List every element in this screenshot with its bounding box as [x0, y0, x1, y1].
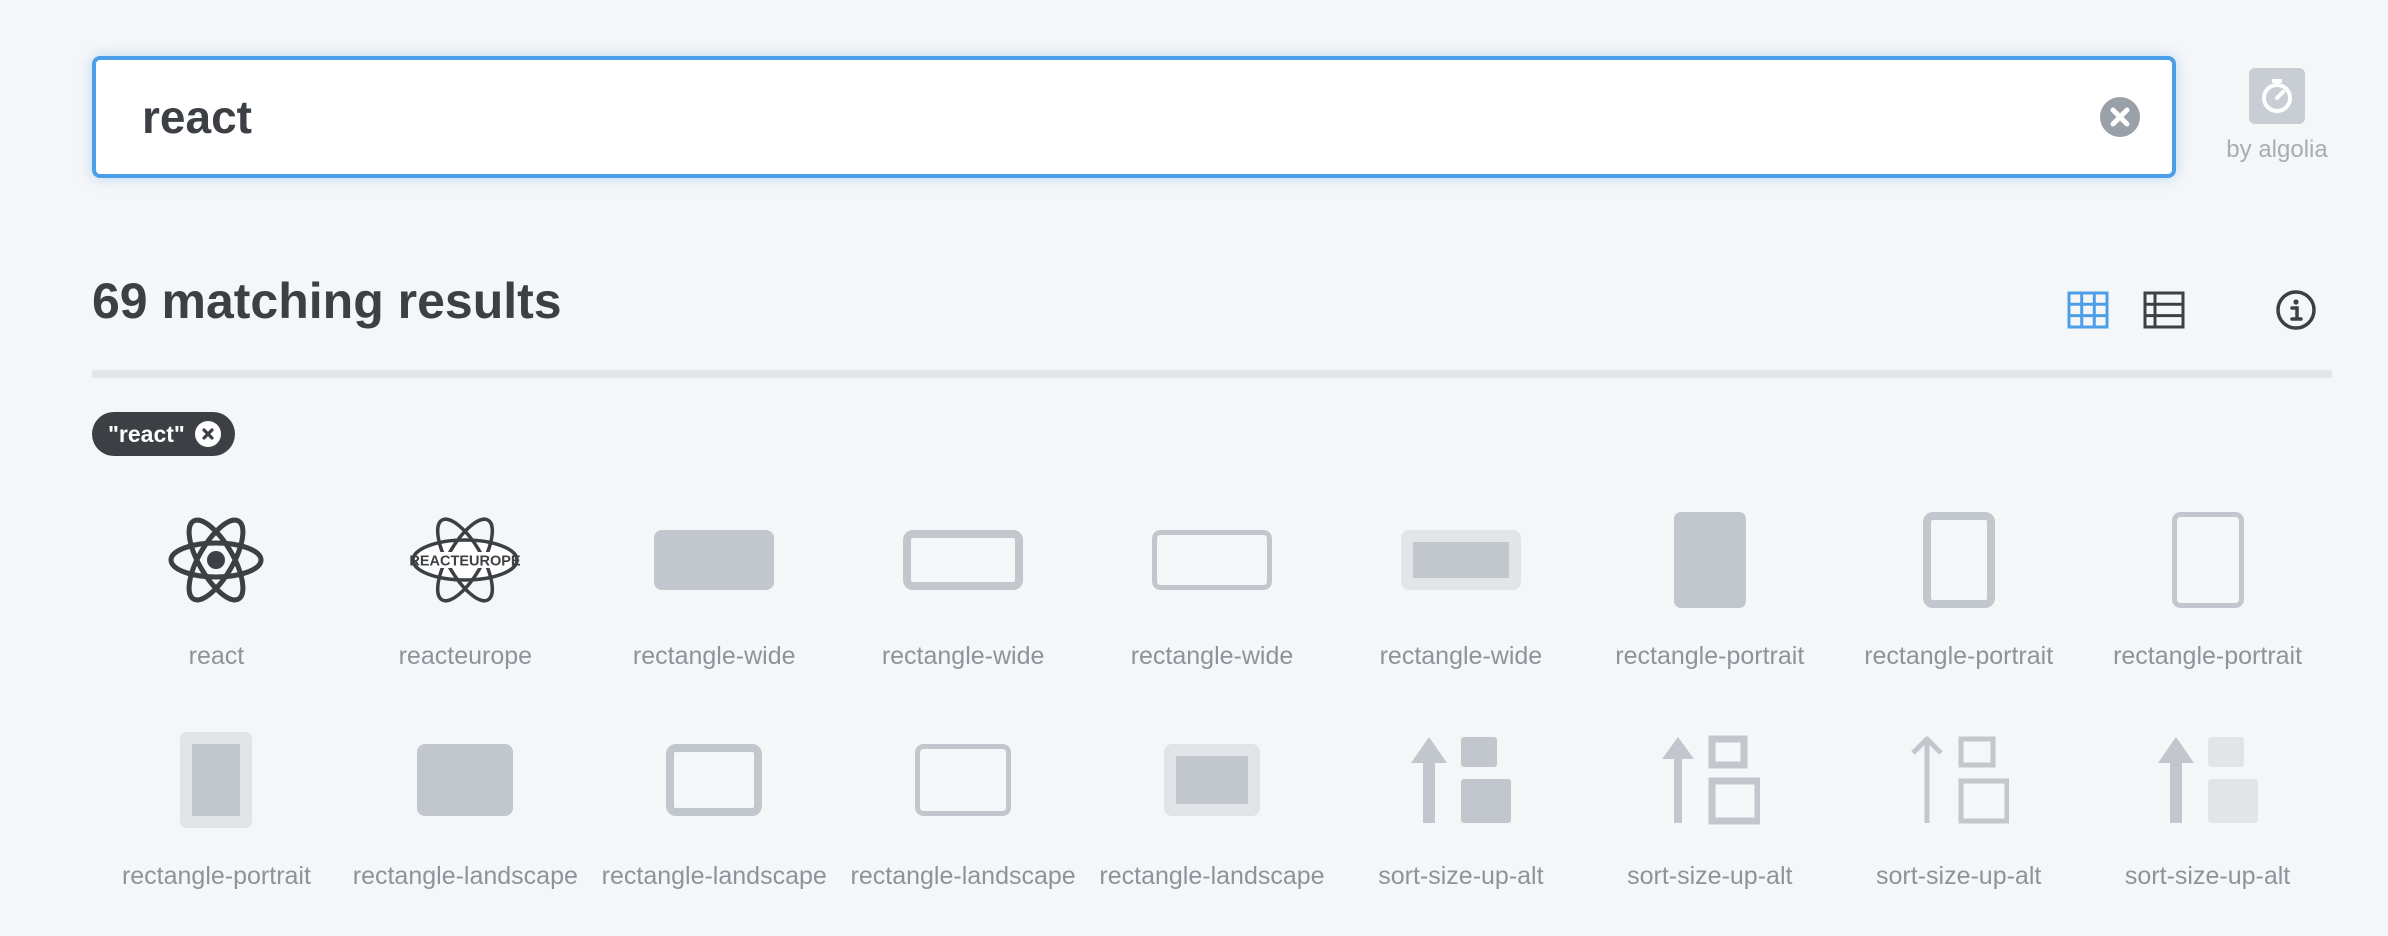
icon-result-item[interactable]: rectangle-landscape	[839, 710, 1088, 930]
sort-size-up-alt-icon	[1889, 710, 2029, 850]
clear-search-button[interactable]	[2100, 97, 2140, 137]
icon-result-item[interactable]: rectangle-portrait	[2083, 490, 2332, 710]
close-icon	[202, 428, 214, 440]
grid-view-button[interactable]	[2066, 288, 2110, 332]
filter-chip-label: "react"	[108, 420, 185, 447]
icon-result-item[interactable]: rectangle-landscape	[1088, 710, 1337, 930]
icon-result-item[interactable]: rectangle-wide	[1088, 490, 1337, 710]
icon-result-label: sort-size-up-alt	[1378, 862, 1544, 890]
rectangle-landscape-icon	[395, 710, 535, 850]
rectangle-portrait-icon	[1640, 490, 1780, 630]
sort-size-up-alt-icon	[1640, 710, 1780, 850]
icon-result-item[interactable]: rectangle-portrait	[1585, 490, 1834, 710]
icon-result-item[interactable]: sort-size-up-alt	[1585, 710, 1834, 930]
rectangle-wide-icon	[1142, 490, 1282, 630]
icon-result-label: rectangle-landscape	[1099, 862, 1325, 890]
icon-result-label: rectangle-wide	[1130, 642, 1294, 670]
icon-result-label: rectangle-wide	[881, 642, 1045, 670]
reacteurope-icon: REACTEUROPE	[395, 490, 535, 630]
remove-filter-button[interactable]	[194, 421, 221, 447]
rectangle-landscape-icon	[644, 710, 784, 850]
icon-result-item[interactable]: rectangle-landscape	[590, 710, 839, 930]
grid-view-icon	[2067, 291, 2109, 329]
list-view-button[interactable]	[2142, 288, 2186, 332]
info-button[interactable]	[2274, 288, 2318, 332]
filter-chip-react[interactable]: "react"	[92, 412, 235, 456]
icon-result-label: react	[188, 642, 245, 670]
search-input[interactable]	[142, 60, 2042, 174]
results-divider	[92, 370, 2332, 378]
icon-result-item[interactable]: rectangle-portrait	[92, 710, 341, 930]
icon-result-item[interactable]: rectangle-portrait	[1834, 490, 2083, 710]
icon-result-label: rectangle-landscape	[601, 862, 827, 890]
icon-result-label: rectangle-landscape	[850, 862, 1076, 890]
algolia-label: by algolia	[2226, 136, 2328, 163]
rectangle-portrait-icon	[146, 710, 286, 850]
icon-result-label: rectangle-wide	[1379, 642, 1543, 670]
icon-result-label: rectangle-portrait	[2113, 642, 2303, 670]
icon-result-label: rectangle-portrait	[1864, 642, 2054, 670]
react-icon	[146, 490, 286, 630]
icon-result-item[interactable]: sort-size-up-alt	[2083, 710, 2332, 930]
icon-result-item[interactable]: rectangle-wide	[1336, 490, 1585, 710]
search-box[interactable]	[92, 56, 2176, 178]
icon-result-label: rectangle-wide	[632, 642, 796, 670]
rectangle-landscape-icon	[893, 710, 1033, 850]
algolia-badge[interactable]: by algolia	[2222, 68, 2332, 164]
rectangle-portrait-icon	[2138, 490, 2278, 630]
list-view-icon	[2143, 291, 2185, 329]
rectangle-wide-icon	[644, 490, 784, 630]
icon-result-item[interactable]: rectangle-landscape	[341, 710, 590, 930]
sort-size-up-alt-icon	[1391, 710, 1531, 850]
icon-result-label: rectangle-landscape	[352, 862, 578, 890]
icon-result-label: reacteurope	[398, 642, 533, 670]
icon-result-label: sort-size-up-alt	[2124, 862, 2291, 890]
info-icon	[2276, 290, 2316, 330]
icon-result-item[interactable]: REACTEUROPE reacteurope	[341, 490, 590, 710]
icon-result-item[interactable]: react	[92, 490, 341, 710]
rectangle-wide-icon	[893, 490, 1033, 630]
icon-result-item[interactable]: rectangle-wide	[839, 490, 1088, 710]
icon-result-label: rectangle-portrait	[1615, 642, 1805, 670]
stopwatch-icon	[2249, 68, 2305, 124]
results-count: 69 matching results	[92, 273, 562, 329]
rectangle-landscape-icon	[1142, 710, 1282, 850]
icon-result-label: sort-size-up-alt	[1876, 862, 2042, 890]
icon-result-item[interactable]: sort-size-up-alt	[1336, 710, 1585, 930]
sort-size-up-alt-icon	[2138, 710, 2278, 850]
icon-result-item[interactable]: sort-size-up-alt	[1834, 710, 2083, 930]
icon-results-grid: react REACTEUROPE reacteurope rectangle-wi…	[92, 490, 2332, 930]
icon-result-item[interactable]: rectangle-wide	[590, 490, 839, 710]
rectangle-portrait-icon	[1889, 490, 2029, 630]
svg-text:REACTEUROPE: REACTEUROPE	[410, 554, 520, 570]
icon-result-label: rectangle-portrait	[121, 862, 311, 890]
icon-result-label: sort-size-up-alt	[1627, 862, 1793, 890]
rectangle-wide-icon	[1391, 490, 1531, 630]
close-icon	[2110, 107, 2130, 127]
